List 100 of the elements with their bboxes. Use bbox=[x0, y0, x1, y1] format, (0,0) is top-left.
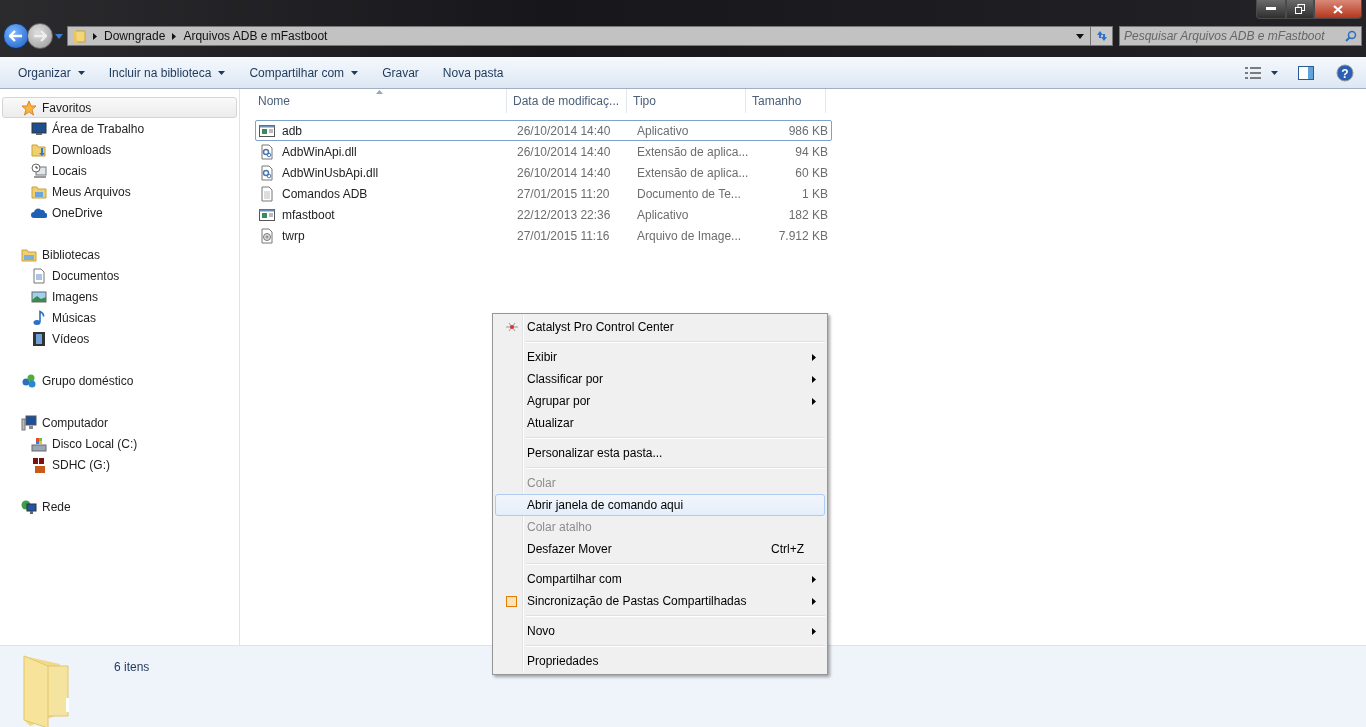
caret-icon bbox=[77, 70, 85, 75]
nav-item[interactable]: Imagens bbox=[2, 286, 237, 307]
restore-button[interactable] bbox=[1286, 0, 1314, 19]
close-button[interactable] bbox=[1314, 0, 1362, 19]
toolbar-button[interactable]: Nova pasta bbox=[434, 60, 512, 85]
menu-item[interactable]: Exibir bbox=[495, 346, 825, 368]
arrow-right-icon bbox=[33, 30, 47, 42]
file-name-cell: twrp bbox=[256, 227, 514, 244]
document-icon bbox=[31, 267, 47, 284]
nav-item[interactable]: Grupo doméstico bbox=[2, 370, 237, 391]
date-cell-text: 26/10/2014 14:40 bbox=[516, 123, 612, 138]
menu-item[interactable]: Atualizar bbox=[495, 412, 825, 434]
file-row[interactable]: AdbWinUsbApi.dll 26/10/2014 14:40 Extensão de aplica... 60 KB bbox=[255, 162, 832, 183]
breadcrumb[interactable]: Arquivos ADB e mFastboot bbox=[183, 29, 328, 43]
nav-item[interactable]: Músicas bbox=[2, 307, 237, 328]
minimize-button[interactable] bbox=[1256, 0, 1286, 19]
toolbar-button[interactable]: Gravar bbox=[374, 60, 427, 85]
close-icon bbox=[1333, 4, 1343, 14]
file-row[interactable]: mfastboot 22/12/2013 22:36 Aplicativo 182 KB bbox=[255, 204, 832, 225]
nav-item[interactable]: SDHC (G:) bbox=[2, 454, 237, 475]
nav-item[interactable]: Meus Arquivos bbox=[2, 181, 237, 202]
menu-item[interactable]: Catalyst Pro Control Center bbox=[495, 316, 825, 338]
menu-item[interactable]: Compartilhar com bbox=[495, 568, 825, 590]
submenu-arrow-icon bbox=[812, 353, 816, 361]
size-cell-text: 1 KB bbox=[801, 186, 829, 201]
download-folder-icon bbox=[31, 141, 47, 158]
file-name-cell: AdbWinUsbApi.dll bbox=[256, 164, 514, 181]
date-cell-text: 26/10/2014 14:40 bbox=[516, 165, 612, 180]
library-folder-icon bbox=[21, 246, 37, 263]
menu-item[interactable]: Classificar por bbox=[495, 368, 825, 390]
column-header[interactable]: Tipo bbox=[627, 89, 746, 113]
size-cell-text: 7.912 KB bbox=[777, 228, 829, 243]
refresh-button[interactable] bbox=[1091, 26, 1113, 46]
menu-item[interactable]: Novo bbox=[495, 620, 825, 642]
catalyst-icon bbox=[505, 323, 518, 331]
nav-item[interactable]: Favoritos bbox=[2, 97, 237, 118]
nav-item[interactable]: Vídeos bbox=[2, 328, 237, 349]
menu-item[interactable]: Sincronização de Pastas Compartilhadas bbox=[495, 590, 825, 612]
submenu-arrow-icon bbox=[812, 397, 816, 405]
chevron-icon bbox=[172, 32, 177, 40]
menu-item[interactable]: Abrir janela de comando aqui bbox=[495, 494, 825, 516]
minimize-icon bbox=[1266, 7, 1276, 11]
back-button[interactable] bbox=[3, 23, 29, 49]
recent-pages-button[interactable] bbox=[53, 33, 65, 39]
forward-button[interactable] bbox=[27, 23, 53, 49]
caret-icon[interactable] bbox=[1076, 33, 1084, 39]
file-row[interactable]: AdbWinApi.dll 26/10/2014 14:40 Extensão de aplica... 94 KB bbox=[255, 141, 832, 162]
nav-item[interactable]: Disco Local (C:) bbox=[2, 433, 237, 454]
menu-item[interactable]: Personalizar esta pasta... bbox=[495, 442, 825, 464]
nav-item[interactable]: Downloads bbox=[2, 139, 237, 160]
file-row[interactable]: adb 26/10/2014 14:40 Aplicativo 986 KB bbox=[255, 120, 832, 141]
file-name-cell: Comandos ADB bbox=[256, 185, 514, 202]
computer-icon bbox=[21, 414, 37, 431]
breadcrumb[interactable]: Downgrade bbox=[104, 29, 166, 43]
size-cell-text: 60 KB bbox=[794, 165, 829, 180]
menu-item[interactable]: Propriedades bbox=[495, 650, 825, 672]
column-header[interactable]: Nome bbox=[252, 89, 507, 113]
clock-monitor-icon bbox=[31, 162, 47, 179]
submenu-arrow-icon bbox=[812, 627, 816, 635]
pane-icon bbox=[1298, 65, 1314, 80]
type-cell-text: Arquivo de Image... bbox=[636, 228, 743, 243]
toolbar-button[interactable]: Organizar bbox=[10, 60, 93, 85]
date-cell-text: 26/10/2014 14:40 bbox=[516, 144, 612, 159]
homegroup-icon bbox=[21, 372, 37, 389]
column-header[interactable]: Data de modificaç... bbox=[507, 89, 627, 113]
nav-item[interactable]: Computador bbox=[2, 412, 237, 433]
address-bar[interactable]: Downgrade Arquivos ADB e mFastboot bbox=[67, 26, 1091, 46]
file-row[interactable]: twrp 27/01/2015 11:16 Arquivo de Image... 7.912 KB bbox=[255, 225, 832, 246]
gear-file-icon bbox=[259, 143, 275, 160]
file-name-cell: adb bbox=[256, 122, 514, 139]
nav-item[interactable]: Rede bbox=[2, 496, 237, 517]
submenu-arrow-icon bbox=[812, 375, 816, 383]
column-header[interactable]: Tamanho bbox=[746, 89, 826, 113]
nav-item[interactable]: OneDrive bbox=[2, 202, 237, 223]
size-cell-text: 94 KB bbox=[794, 144, 829, 159]
drive-icon bbox=[31, 435, 47, 452]
menu-item[interactable]: Desfazer Mover Ctrl+Z bbox=[495, 538, 825, 560]
nav-item[interactable]: Bibliotecas bbox=[2, 244, 237, 265]
type-cell-text: Documento de Te... bbox=[636, 186, 742, 201]
toolbar-button[interactable]: Incluir na biblioteca bbox=[100, 60, 234, 85]
application-icon bbox=[259, 206, 275, 223]
file-row[interactable]: Comandos ADB 27/01/2015 11:20 Documento de Te... 1 KB bbox=[255, 183, 832, 204]
folder-icon bbox=[31, 183, 47, 200]
text-file-icon bbox=[259, 185, 275, 202]
type-cell-text: Aplicativo bbox=[636, 123, 690, 138]
help-icon: ? bbox=[1336, 63, 1354, 82]
nav-item[interactable]: Documentos bbox=[2, 265, 237, 286]
item-count: 6 itens bbox=[114, 659, 150, 676]
help-button[interactable]: ? bbox=[1330, 60, 1360, 85]
type-cell-text: Aplicativo bbox=[636, 207, 690, 222]
search-field[interactable]: Pesquisar Arquivos ADB e mFastboot bbox=[1119, 26, 1362, 46]
nav-item[interactable]: Área de Trabalho bbox=[2, 118, 237, 139]
search-icon bbox=[1345, 30, 1357, 42]
monitor-icon bbox=[31, 120, 47, 137]
nav-item[interactable]: Locais bbox=[2, 160, 237, 181]
date-cell-text: 27/01/2015 11:20 bbox=[516, 186, 611, 201]
caret-icon bbox=[1271, 70, 1278, 75]
menu-item[interactable]: Agrupar por bbox=[495, 390, 825, 412]
toolbar-button[interactable]: Compartilhar com bbox=[241, 60, 367, 85]
network-icon bbox=[21, 498, 37, 515]
